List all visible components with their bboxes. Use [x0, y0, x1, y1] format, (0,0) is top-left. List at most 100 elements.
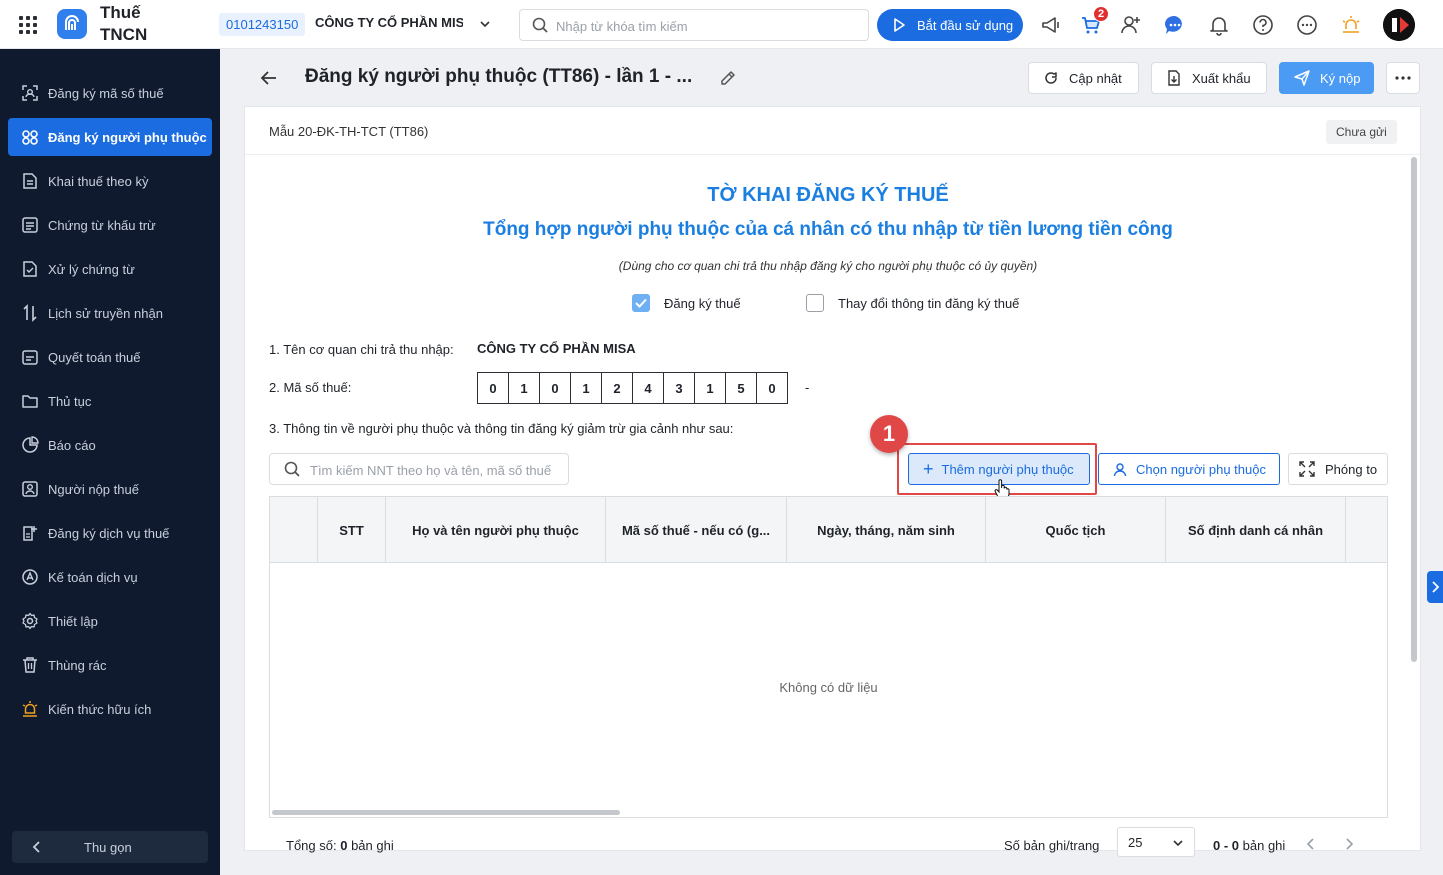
status-badge: Chưa gửi: [1326, 120, 1397, 144]
global-search-input[interactable]: [556, 16, 856, 36]
search-icon: [532, 17, 549, 37]
form-code: Mẫu 20-ĐK-TH-TCT (TT86): [269, 124, 429, 139]
user-icon: [1113, 462, 1128, 477]
checkbox-unchecked[interactable]: [806, 294, 824, 312]
back-arrow-icon[interactable]: [259, 68, 279, 91]
tax-digit: 1: [570, 372, 602, 404]
side-panel-toggle[interactable]: [1427, 571, 1443, 603]
report-icon: [21, 436, 39, 454]
range-suffix: bản ghi: [1242, 838, 1286, 853]
megaphone-icon[interactable]: [1039, 13, 1063, 37]
sidebar-item-label: Thiết lập: [48, 613, 98, 629]
sidebar-item-label: Khai thuế theo kỳ: [48, 173, 149, 189]
idea-icon[interactable]: [1339, 13, 1363, 37]
update-button[interactable]: Cập nhật: [1028, 62, 1139, 94]
sidebar-item-tax-service-registration[interactable]: Đăng ký dịch vụ thuế: [8, 514, 212, 552]
sidebar-item-taxpayers[interactable]: Người nộp thuế: [8, 470, 212, 508]
vertical-scrollbar[interactable]: [1411, 157, 1417, 662]
edit-pencil-icon[interactable]: [719, 69, 737, 90]
add-user-icon[interactable]: [1119, 13, 1143, 37]
sidebar-item-reports[interactable]: Báo cáo: [8, 426, 212, 464]
table-header-extra[interactable]: [1346, 497, 1387, 563]
table-footer: Tổng số: 0 bản ghi Số bản ghi/trang 25 0…: [269, 827, 1388, 857]
app-title: Thuế TNCN: [100, 3, 148, 44]
transfer-icon: [21, 304, 39, 322]
accounting-icon: [21, 568, 39, 586]
sidebar-item-label: Đăng ký người phụ thuộc: [48, 129, 207, 145]
start-using-button[interactable]: Bắt đầu sử dụng: [877, 9, 1023, 41]
sidebar-item-process-vouchers[interactable]: Xử lý chứng từ: [8, 250, 212, 288]
table-header-nationality[interactable]: Quốc tịch: [986, 497, 1166, 563]
dependents-table: STT Họ và tên người phụ thuộc Mã số thuế…: [269, 496, 1388, 818]
sidebar-item-periodic-declaration[interactable]: Khai thuế theo kỳ: [8, 162, 212, 200]
send-icon: [1294, 70, 1310, 86]
chat-icon[interactable]: [1163, 13, 1187, 37]
zoom-button[interactable]: Phóng to: [1288, 453, 1388, 485]
choose-dependent-button[interactable]: Chọn người phụ thuộc: [1098, 453, 1280, 485]
export-button[interactable]: Xuất khẩu: [1151, 62, 1267, 94]
per-page-select[interactable]: 25: [1117, 827, 1195, 857]
table-header-birth-date[interactable]: Ngày, tháng, năm sinh: [787, 497, 986, 563]
tax-digit: 3: [663, 372, 695, 404]
global-search[interactable]: [519, 9, 869, 41]
sidebar-item-useful-knowledge[interactable]: Kiến thức hữu ích: [8, 690, 212, 728]
horizontal-scrollbar[interactable]: [272, 810, 620, 815]
next-page-icon[interactable]: [1343, 836, 1355, 855]
table-header-tax-code[interactable]: Mã số thuế - nếu có (g...: [606, 497, 787, 563]
more-dots-icon: [1395, 76, 1411, 80]
checkbox-checked[interactable]: [632, 294, 650, 312]
sidebar-item-accounting-service[interactable]: Kế toán dịch vụ: [8, 558, 212, 596]
update-label: Cập nhật: [1069, 70, 1122, 86]
sidebar-item-tax-settlement[interactable]: Quyết toán thuế: [8, 338, 212, 376]
bell-icon[interactable]: [1207, 13, 1231, 37]
chevron-down-icon: [1172, 837, 1184, 852]
total-prefix: Tổng số:: [286, 838, 337, 853]
sidebar-item-trash[interactable]: Thùng rác: [8, 646, 212, 684]
register-tax-checkbox[interactable]: Đăng ký thuế: [632, 294, 741, 312]
sidebar-item-transfer-history[interactable]: Lịch sử truyền nhận: [8, 294, 212, 332]
prev-page-icon[interactable]: [1305, 836, 1317, 855]
table-header-name[interactable]: Họ và tên người phụ thuộc: [386, 497, 606, 563]
payer-name-value: CÔNG TY CỔ PHẦN MISA: [477, 341, 636, 356]
sidebar-item-settings[interactable]: Thiết lập: [8, 602, 212, 640]
dependent-search-input[interactable]: [310, 460, 560, 480]
step-marker: 1: [870, 415, 908, 453]
sign-submit-button[interactable]: Ký nộp: [1279, 62, 1374, 94]
app-root: Thuế TNCN 0101243150 CÔNG TY CỔ PHẦN MIS…: [0, 0, 1443, 875]
settlement-icon: [21, 348, 39, 366]
user-avatar[interactable]: [1383, 9, 1415, 41]
tax-digit: 5: [725, 372, 757, 404]
change-info-label: Thay đổi thông tin đăng ký thuế: [838, 295, 1020, 311]
sidebar-item-procedures[interactable]: Thủ tục: [8, 382, 212, 420]
more-options-button[interactable]: [1386, 62, 1420, 94]
chevron-down-icon[interactable]: [478, 17, 492, 34]
scan-id-icon: [21, 84, 39, 102]
table-header-personal-id[interactable]: Số định danh cá nhân: [1166, 497, 1346, 563]
company-tax-code[interactable]: 0101243150: [219, 13, 306, 36]
table-header-select[interactable]: [270, 497, 318, 563]
table-header-stt[interactable]: STT: [318, 497, 386, 563]
chevron-left-icon: [30, 839, 44, 858]
sidebar-collapse-label: Thu gọn: [84, 840, 132, 855]
sidebar-item-label: Thủ tục: [48, 393, 92, 409]
form-card: Mẫu 20-ĐK-TH-TCT (TT86) Chưa gửi TỜ KHAI…: [244, 106, 1421, 857]
dependent-search[interactable]: [269, 453, 569, 485]
app-grid-icon[interactable]: [19, 16, 37, 34]
register-tax-label: Đăng ký thuế: [664, 295, 741, 311]
form-card-header: Mẫu 20-ĐK-TH-TCT (TT86) Chưa gửi: [245, 107, 1420, 155]
help-icon[interactable]: [1251, 13, 1275, 37]
more-icon[interactable]: [1295, 13, 1319, 37]
tax-code-label: 2. Mã số thuế:: [269, 380, 352, 395]
sidebar-item-register-dependents[interactable]: Đăng ký người phụ thuộc: [8, 118, 212, 156]
company-name[interactable]: CÔNG TY CỔ PHẦN MISA: [315, 15, 463, 30]
play-icon: [894, 18, 905, 32]
sidebar-item-label: Chứng từ khấu trừ: [48, 217, 156, 233]
sidebar-item-register-tax-code[interactable]: Đăng ký mã số thuế: [8, 74, 212, 112]
sidebar-item-label: Xử lý chứng từ: [48, 261, 135, 277]
expand-icon: [1299, 461, 1315, 477]
sidebar-collapse-button[interactable]: Thu gọn: [12, 831, 208, 863]
add-dependent-label: Thêm người phụ thuộc: [941, 461, 1074, 477]
choose-dependent-label: Chọn người phụ thuộc: [1136, 461, 1266, 477]
change-info-checkbox[interactable]: Thay đổi thông tin đăng ký thuế: [806, 294, 1019, 312]
sidebar-item-withholding-vouchers[interactable]: Chứng từ khấu trừ: [8, 206, 212, 244]
